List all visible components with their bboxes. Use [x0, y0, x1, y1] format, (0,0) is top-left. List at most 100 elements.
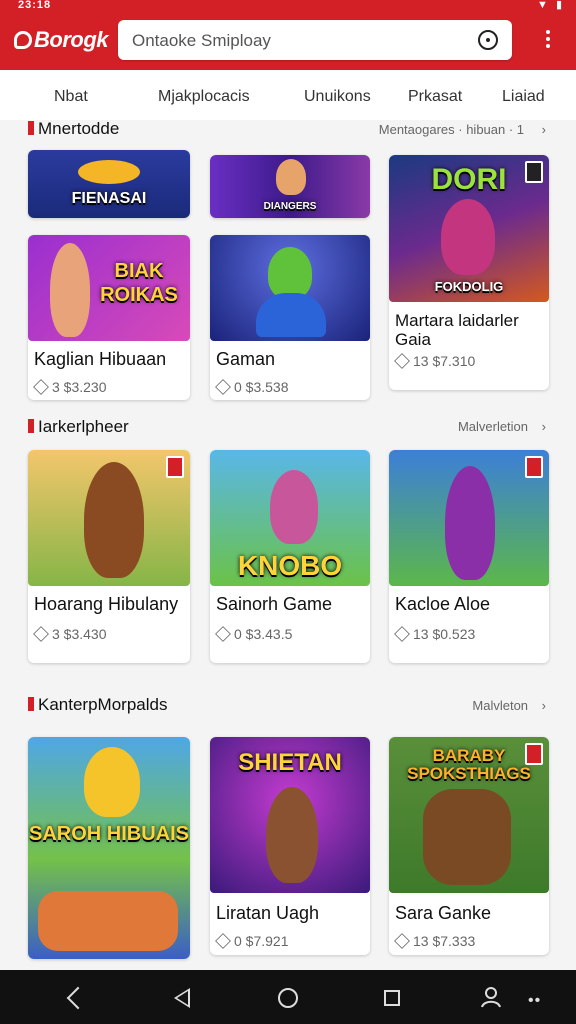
badge-icon [525, 161, 543, 183]
game-meta: 3 $3.230 [33, 379, 107, 395]
game-title: Hoarang Hibulany [34, 594, 179, 614]
back-icon[interactable] [66, 986, 90, 1010]
game-card[interactable]: Gaman 0 $3.538 [210, 235, 370, 400]
back-triangle-icon[interactable] [174, 988, 190, 1008]
character-figure [441, 199, 495, 275]
more-options-icon[interactable] [546, 30, 550, 48]
game-title: Liratan Uagh [216, 903, 320, 923]
game-card[interactable]: DIANGERS [210, 155, 370, 218]
game-thumbnail: FIENASAI [28, 150, 190, 218]
search-input[interactable]: Ontaoke Smiploay [118, 20, 512, 60]
chevron-right-icon: › [541, 698, 546, 713]
character-figure [84, 462, 144, 578]
star-icon [215, 933, 231, 949]
game-thumbnail: BIAK ROIKAS [28, 235, 190, 341]
section-marker [28, 419, 34, 433]
meta-text: 3 $3.230 [52, 379, 107, 395]
tab-item[interactable]: Liaiad [502, 88, 545, 106]
meta-text: 3 $3.430 [52, 626, 107, 642]
game-thumbnail: SAROH HIBUAIS [28, 737, 190, 959]
search-placeholder: Ontaoke Smiploay [132, 31, 271, 50]
character-figure [276, 159, 306, 195]
game-card[interactable]: BARABY SPOKSTHIAGS Sara Ganke 13 $7.333 [389, 737, 549, 955]
section-title: Mnertodde [28, 119, 119, 139]
game-card[interactable]: FIENASAI [28, 150, 190, 218]
game-card[interactable]: SHIETAN Liratan Uagh 0 $7.921 [210, 737, 370, 955]
category-tabs: Nbat Mjakplocacis Unuikons Prkasat Liaia… [0, 70, 576, 120]
status-time: 23:18 [18, 0, 52, 11]
search-icon[interactable] [478, 30, 498, 50]
section-more-link[interactable]: Malverletion › [458, 419, 546, 434]
meta-text: 13 $7.310 [413, 353, 476, 369]
chevron-right-icon: › [541, 419, 546, 434]
logo-text: Borogk [34, 27, 109, 52]
star-icon [215, 626, 231, 642]
badge-icon [166, 456, 184, 478]
game-card[interactable]: Hoarang Hibulany 3 $3.430 [28, 450, 190, 663]
game-title: Kacloe Aloe [395, 594, 491, 614]
character-figure [266, 787, 318, 883]
more-link-text: Malverletion [457, 419, 529, 434]
meta-text: 0 $3.538 [234, 379, 289, 395]
system-nav-bar: •• [0, 970, 576, 1024]
game-card[interactable]: DORI FOKDOLIG Martara laidarler Gaia 13 … [389, 155, 549, 390]
app-bar: 23:18 ▼ ▮ Borogk Ontaoke Smiploay [0, 0, 576, 70]
app-logo[interactable]: Borogk [14, 27, 109, 53]
section-title: Iarkerlpheer [28, 417, 129, 437]
game-card[interactable]: Kacloe Aloe 13 $0.523 [389, 450, 549, 663]
tab-item[interactable]: Mjakplocacis [158, 88, 250, 106]
game-meta: 3 $3.430 [33, 626, 107, 642]
game-thumbnail: KNOBO [210, 450, 370, 586]
banner-text: DIANGERS [263, 201, 317, 212]
game-thumbnail: DORI FOKDOLIG [389, 155, 549, 302]
banner-emblem [78, 160, 140, 184]
banner-text: FIENASAI [71, 190, 147, 207]
game-meta: 0 $3.538 [215, 379, 289, 395]
status-bar: 23:18 ▼ ▮ [0, 0, 576, 14]
star-icon [394, 626, 410, 642]
badge-icon [525, 743, 543, 765]
game-title: Gaman [216, 349, 276, 369]
game-title: Kaglian Hibuaan [34, 349, 167, 369]
game-thumbnail [210, 235, 370, 341]
wifi-icon: ▼ [537, 0, 548, 11]
game-card[interactable]: SAROH HIBUAIS [28, 737, 190, 959]
game-card[interactable]: BIAK ROIKAS Kaglian Hibuaan 3 $3.230 [28, 235, 190, 400]
game-thumbnail [389, 450, 549, 586]
section-more-link[interactable]: Malvleton › [472, 698, 546, 713]
section-title-text: Iarkerlpheer [38, 417, 129, 436]
star-icon [394, 933, 410, 949]
game-thumbnail: SHIETAN [210, 737, 370, 893]
more-link-text: Mentaogares · hibuan · 1 [378, 122, 525, 137]
section-marker [28, 697, 34, 711]
section-marker [28, 121, 34, 135]
logo-icon [14, 31, 32, 49]
game-thumbnail [28, 450, 190, 586]
section-more-link[interactable]: Mentaogares · hibuan · 1 › [379, 122, 546, 137]
tab-item[interactable]: Unuikons [304, 88, 371, 106]
character-figure [445, 466, 495, 580]
tab-item[interactable]: Nbat [54, 88, 88, 106]
character-figure [50, 243, 90, 337]
badge-icon [525, 456, 543, 478]
user-icon[interactable] [480, 986, 501, 1008]
character-group [38, 891, 178, 951]
game-card[interactable]: KNOBO Sainorh Game 0 $3.43.5 [210, 450, 370, 663]
tab-item[interactable]: Prkasat [408, 88, 462, 106]
battery-icon: ▮ [555, 0, 562, 11]
recents-icon[interactable] [384, 990, 400, 1006]
character-figure [270, 470, 318, 544]
character-figure [268, 247, 312, 299]
section-title-text: KanterpMorpalds [38, 695, 168, 714]
game-thumbnail: BARABY SPOKSTHIAGS [389, 737, 549, 893]
home-icon[interactable] [278, 988, 298, 1008]
game-thumbnail: DIANGERS [210, 155, 370, 218]
banner-text: KNOBO [237, 550, 343, 581]
star-icon [33, 379, 49, 395]
meta-text: 0 $7.921 [234, 933, 289, 949]
section-title-text: Mnertodde [38, 119, 120, 138]
game-meta: 0 $3.43.5 [215, 626, 292, 642]
banner-text: SAROH HIBUAIS [28, 823, 189, 845]
meta-text: 13 $7.333 [413, 933, 476, 949]
more-icon[interactable]: •• [528, 992, 541, 1010]
